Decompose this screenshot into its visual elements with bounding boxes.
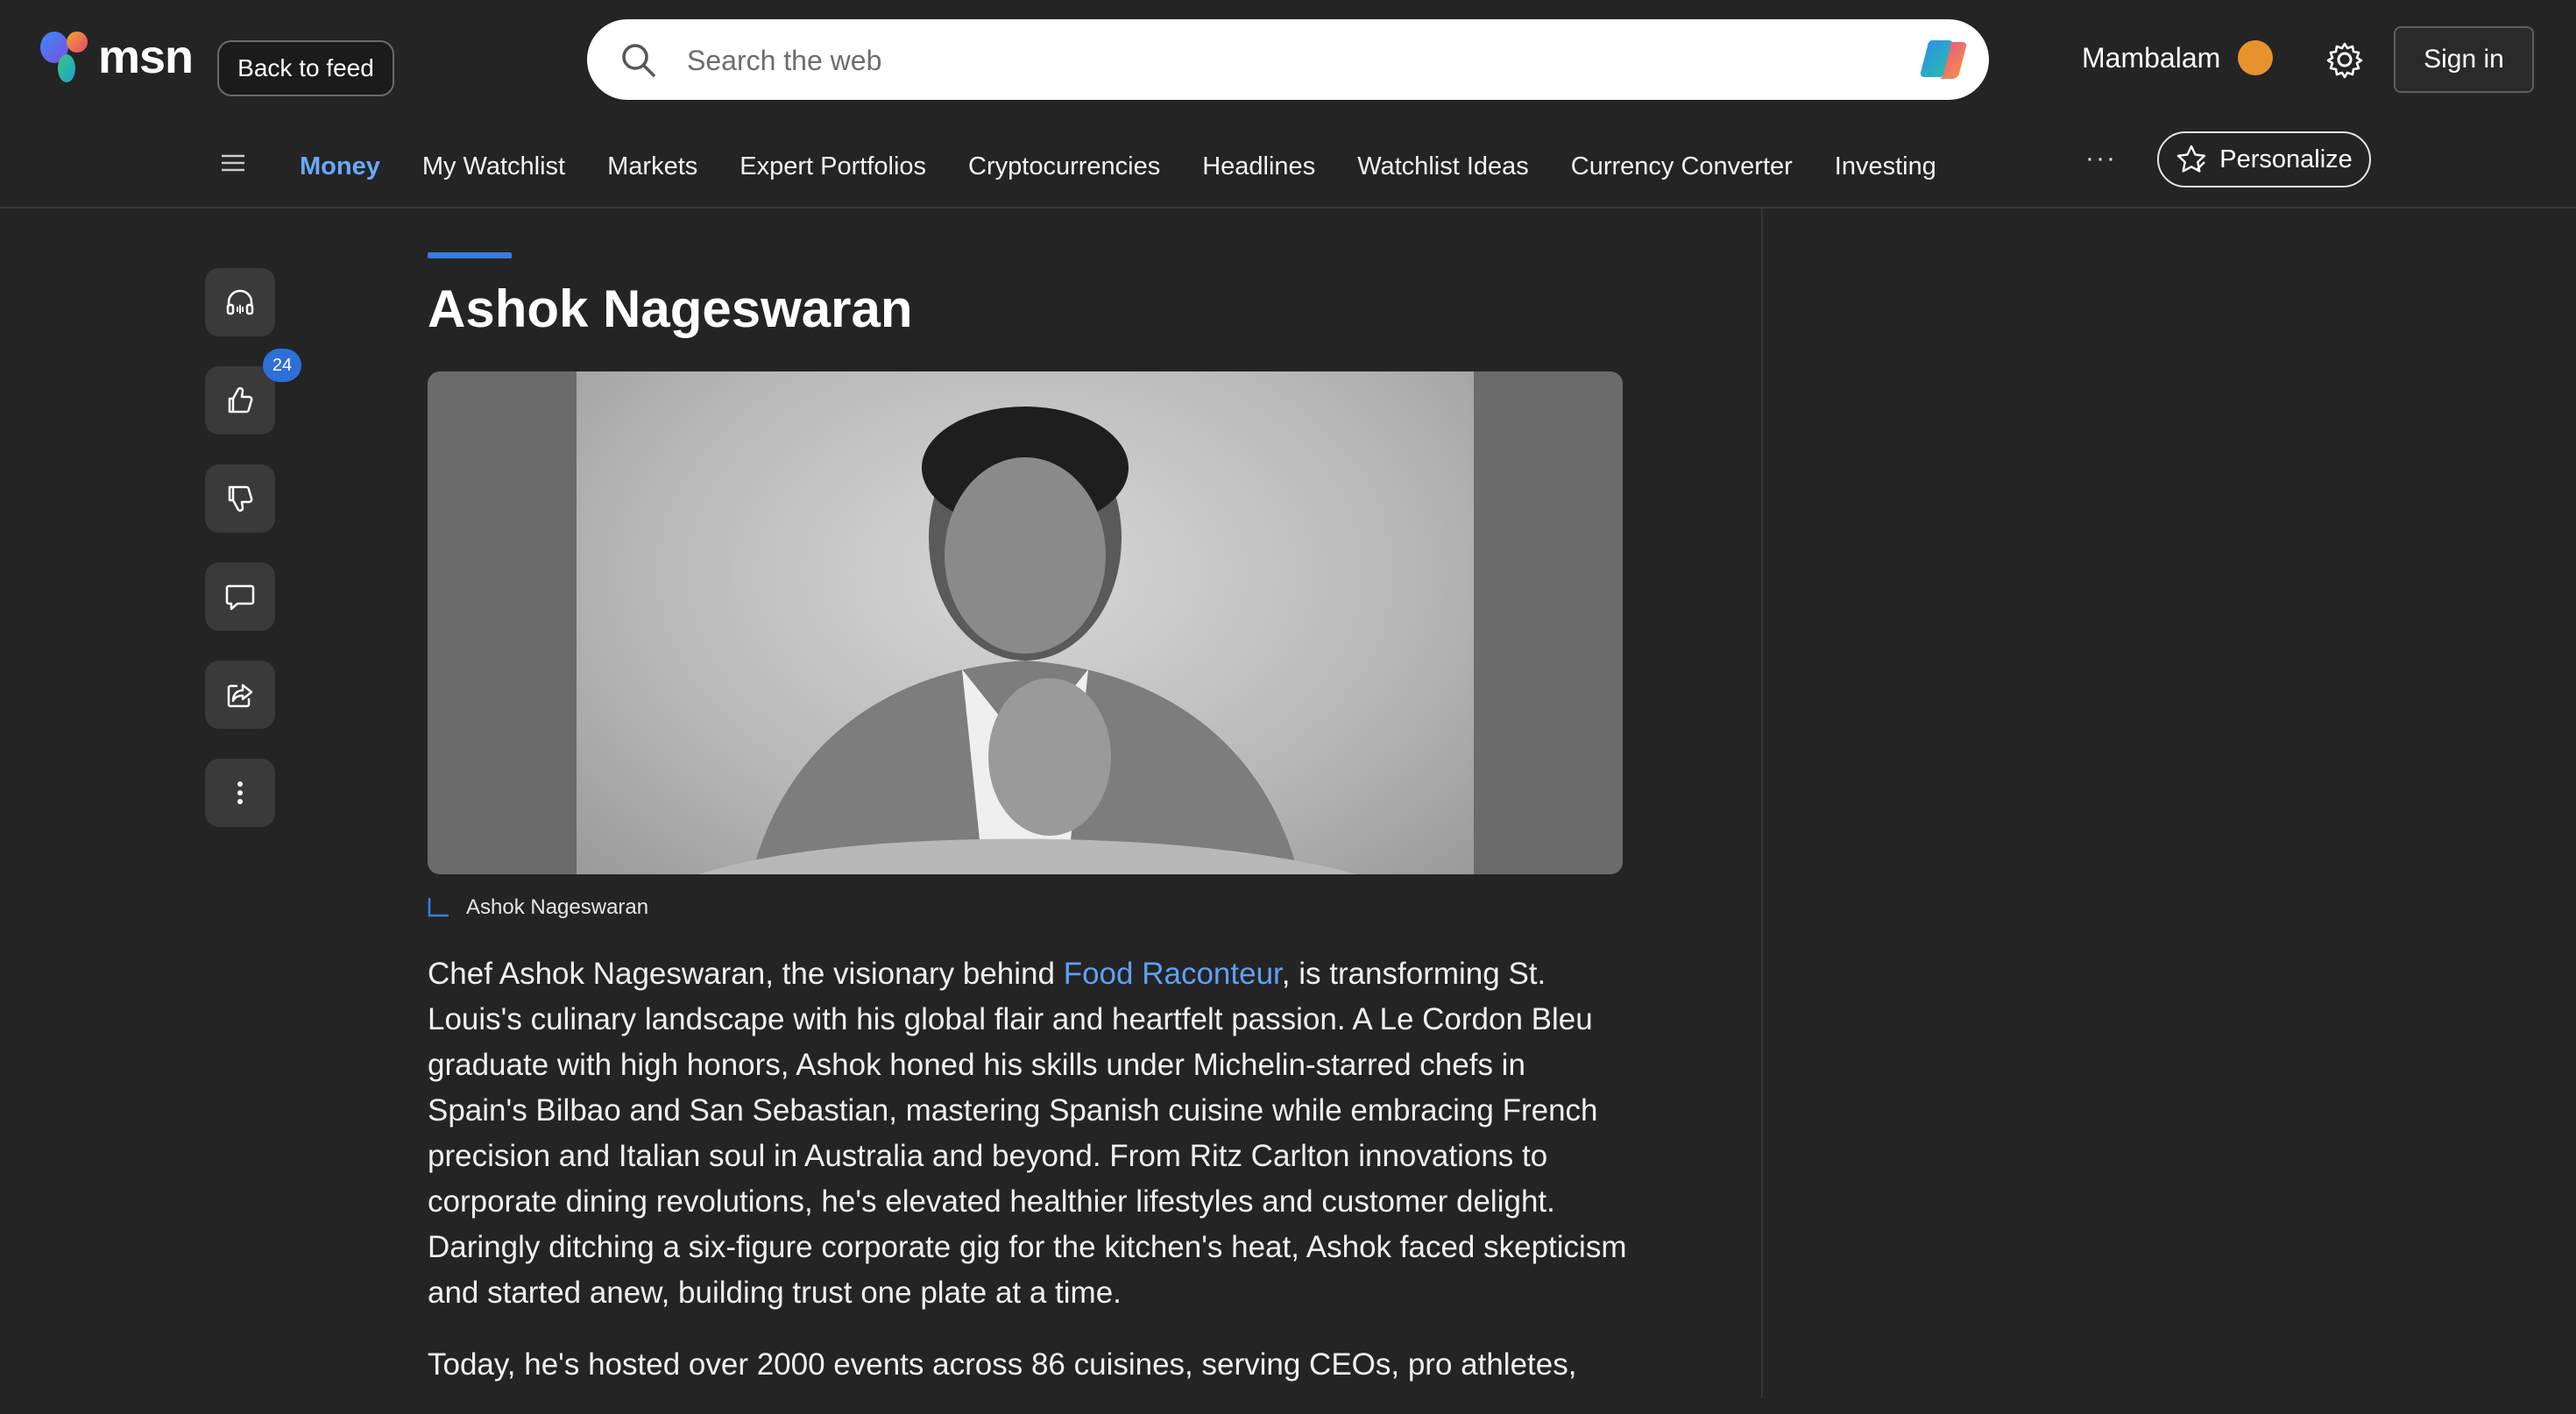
comments-button[interactable] (205, 562, 275, 631)
nav-item-watchlist-ideas[interactable]: Watchlist Ideas (1336, 140, 1550, 194)
gear-icon[interactable] (2325, 40, 2364, 79)
back-to-feed-button[interactable]: Back to feed (217, 40, 394, 96)
p1-text-before-link: Chef Ashok Nageswaran, the visionary beh… (428, 957, 1064, 991)
search-input[interactable] (685, 19, 1828, 102)
portrait-photo (577, 371, 1474, 874)
location-weather[interactable]: Mambalam (2082, 40, 2274, 75)
headphones-icon (226, 289, 254, 315)
nav-item-headlines[interactable]: Headlines (1181, 140, 1336, 194)
caption-corner-icon (428, 898, 449, 917)
hero-image[interactable] (428, 371, 1623, 874)
copilot-icon[interactable] (1919, 35, 1970, 84)
star-edit-icon (2177, 145, 2206, 173)
nav-item-money[interactable]: Money (300, 140, 401, 194)
share-button[interactable] (205, 661, 275, 729)
paragraph-2: Today, he's hosted over 2000 events acro… (428, 1347, 1577, 1382)
msn-logo[interactable]: msn (39, 30, 194, 84)
image-caption: Ashok Nageswaran (428, 895, 648, 920)
thumbs-down-icon (228, 485, 253, 512)
more-options-icon[interactable]: ··· (2085, 144, 2117, 173)
nav-item-markets[interactable]: Markets (586, 140, 718, 194)
category-nav: Money My Watchlist Markets Expert Portfo… (0, 131, 2576, 207)
nav-items: Money My Watchlist Markets Expert Portfo… (300, 140, 1957, 194)
logo-text: msn (98, 31, 194, 83)
vertical-ellipsis-icon (237, 781, 243, 804)
nav-item-investing[interactable]: Investing (1814, 140, 1957, 194)
article-body: Chef Ashok Nageswaran, the visionary beh… (428, 951, 1628, 1414)
share-icon (227, 683, 253, 708)
title-accent-bar (428, 252, 512, 258)
nav-item-my-watchlist[interactable]: My Watchlist (401, 140, 586, 194)
search-bar[interactable] (587, 19, 1989, 102)
dislike-button[interactable] (205, 464, 275, 533)
comment-icon (225, 584, 255, 611)
butterfly-logo-icon (40, 32, 88, 82)
paragraph-1: Chef Ashok Nageswaran, the visionary beh… (428, 951, 1628, 1316)
header-divider (0, 207, 2576, 209)
personalize-label: Personalize (2219, 145, 2353, 173)
thumbs-up-icon (228, 387, 253, 414)
like-button[interactable]: 24 (205, 349, 301, 435)
nav-item-expert-portfolios[interactable]: Expert Portfolios (718, 140, 947, 194)
article-title: Ashok Nageswaran (428, 279, 913, 338)
right-rail-divider (1761, 209, 1763, 1398)
sign-in-button[interactable]: Sign in (2394, 26, 2534, 93)
personalize-button[interactable]: Personalize (2157, 131, 2371, 187)
nav-item-cryptocurrencies[interactable]: Cryptocurrencies (947, 140, 1181, 194)
caption-text: Ashok Nageswaran (466, 895, 649, 919)
more-actions-button[interactable] (205, 759, 275, 827)
listen-button[interactable] (205, 268, 275, 336)
nav-item-currency-converter[interactable]: Currency Converter (1550, 140, 1814, 194)
hamburger-menu-icon[interactable] (219, 149, 247, 177)
portrait-silhouette (699, 407, 1356, 874)
location-label: Mambalam (2082, 41, 2221, 74)
search-icon[interactable] (619, 40, 659, 81)
food-raconteur-link[interactable]: Food Raconteur (1064, 957, 1282, 991)
article-action-rail: 24 (205, 268, 301, 827)
like-count-badge: 24 (263, 349, 301, 382)
p1-text-after-link: , is transforming St. Louis's culinary l… (428, 957, 1627, 1310)
weather-sun-icon (2238, 40, 2274, 75)
